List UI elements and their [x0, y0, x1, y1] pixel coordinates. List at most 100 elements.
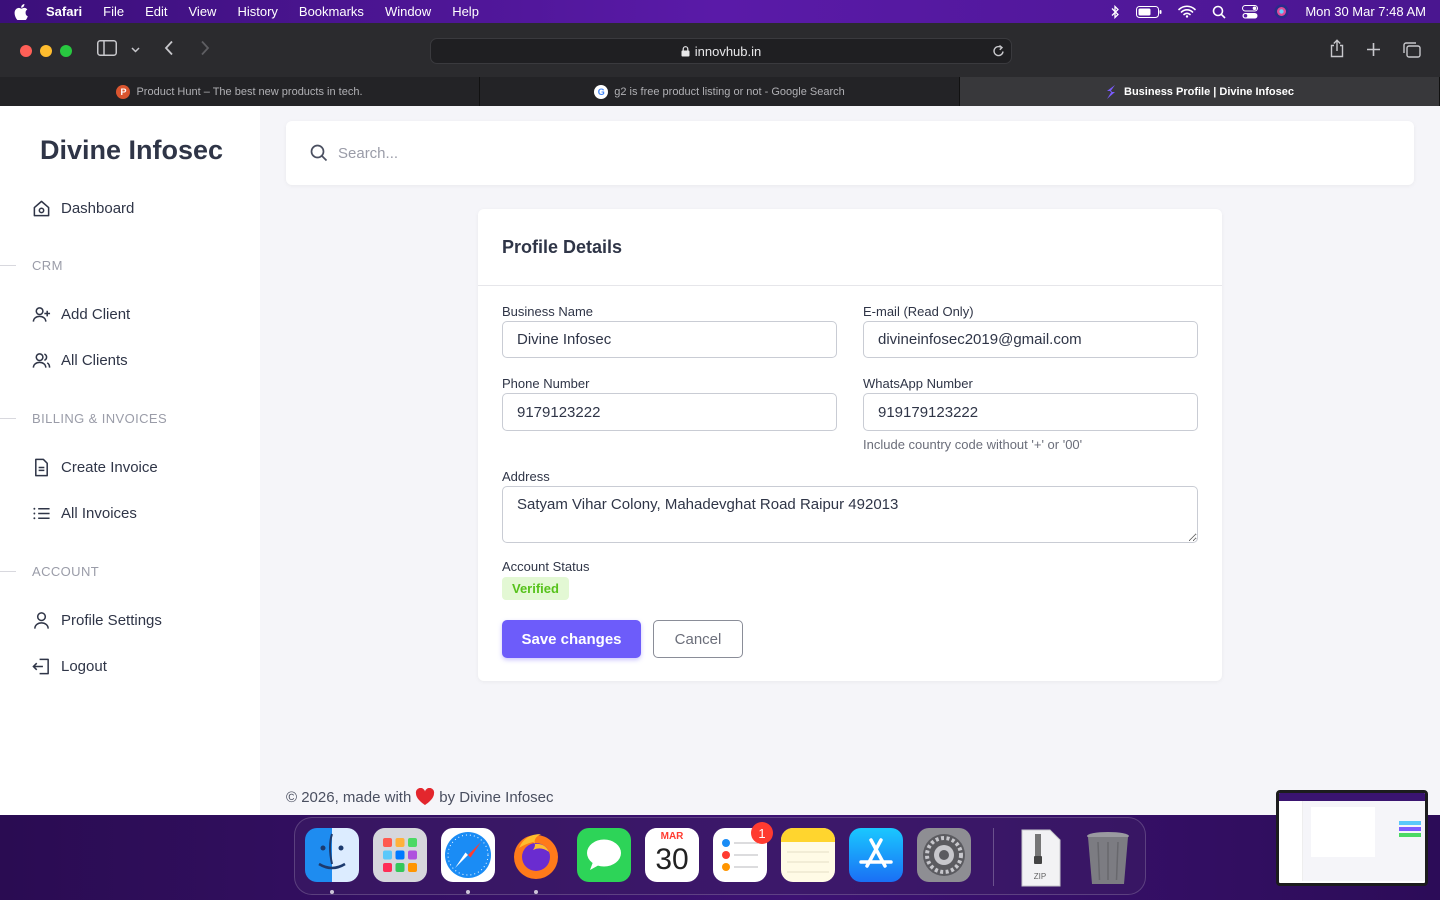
brand-logo-text[interactable]: Divine Infosec	[40, 135, 223, 166]
sidebar-item-all-invoices[interactable]: All Invoices	[32, 502, 137, 524]
finder-running-indicator	[330, 890, 334, 894]
zip-archive-icon[interactable]: ZIP	[1015, 828, 1065, 887]
reload-icon[interactable]	[992, 44, 1005, 58]
whatsapp-hint: Include country code without '+' or '00'	[863, 437, 1083, 452]
chevron-down-icon[interactable]	[131, 47, 140, 53]
sidebar-item-label: All Clients	[61, 351, 128, 369]
menu-view[interactable]: View	[189, 4, 217, 19]
card-divider	[478, 285, 1222, 286]
menu-edit[interactable]: Edit	[145, 4, 167, 19]
url-text: innovhub.in	[694, 43, 762, 59]
calendar-day: 30	[655, 843, 689, 876]
back-arrow-icon[interactable]	[164, 40, 174, 56]
messages-icon[interactable]	[577, 828, 631, 882]
share-icon[interactable]	[1329, 39, 1345, 58]
google-icon: G	[594, 84, 609, 99]
bluetooth-icon[interactable]	[1110, 4, 1120, 19]
whatsapp-label: WhatsApp Number	[863, 376, 973, 391]
cancel-button[interactable]: Cancel	[653, 620, 743, 658]
wifi-icon[interactable]	[1178, 5, 1197, 18]
battery-icon[interactable]	[1136, 5, 1162, 18]
address-label: Address	[502, 469, 550, 484]
forward-arrow-icon[interactable]	[200, 40, 210, 56]
screenshot-thumbnail-preview[interactable]	[1276, 790, 1428, 886]
save-changes-button[interactable]: Save changes	[502, 620, 641, 658]
system-preferences-icon[interactable]	[917, 828, 971, 882]
dock-separator	[993, 828, 994, 886]
logout-icon	[32, 658, 49, 674]
address-bar[interactable]: innovhub.in	[430, 38, 1012, 64]
notes-icon[interactable]	[781, 828, 835, 882]
verified-status-badge: Verified	[502, 577, 569, 600]
spotlight-search-icon[interactable]	[1212, 5, 1226, 19]
search-input[interactable]	[338, 144, 1238, 162]
menu-bookmarks[interactable]: Bookmarks	[299, 4, 364, 19]
tab-title: g2 is free product listing or not - Goog…	[614, 85, 845, 98]
sidebar-toggle-icon[interactable]	[97, 40, 117, 56]
zoom-window-button[interactable]	[60, 45, 72, 57]
tab-overview-icon[interactable]	[1403, 42, 1421, 58]
browser-tab-bar: P Product Hunt – The best new products i…	[0, 77, 1440, 106]
section-header-account: ACCOUNT	[0, 564, 100, 579]
document-icon	[35, 458, 48, 476]
menu-clock[interactable]: Mon 30 Mar 7:48 AM	[1305, 4, 1426, 19]
menu-window[interactable]: Window	[385, 4, 431, 19]
sidebar-item-label: Add Client	[61, 305, 131, 323]
sidebar-item-label: Dashboard	[61, 199, 135, 217]
siri-icon[interactable]	[1274, 4, 1289, 19]
web-page: Divine Infosec Dashboard CRM Add Client …	[0, 106, 1440, 815]
safari-icon[interactable]	[441, 828, 495, 882]
phone-input[interactable]	[502, 393, 837, 431]
sidebar: Divine Infosec Dashboard CRM Add Client …	[0, 106, 260, 815]
sidebar-item-profile-settings[interactable]: Profile Settings	[32, 609, 162, 631]
sidebar-item-add-client[interactable]: Add Client	[32, 303, 130, 325]
menu-help[interactable]: Help	[452, 4, 479, 19]
sidebar-item-label: Logout	[61, 657, 107, 675]
list-icon	[33, 507, 50, 519]
sidebar-item-all-clients[interactable]: All Clients	[32, 349, 128, 371]
business-name-input[interactable]	[502, 321, 837, 358]
macos-dock: MAR 30 1 ZIP	[294, 817, 1146, 895]
reminders-icon[interactable]: 1	[713, 822, 773, 882]
control-center-icon[interactable]	[1242, 4, 1259, 19]
close-window-button[interactable]	[20, 45, 32, 57]
apple-logo-icon[interactable]	[14, 3, 28, 20]
firefox-icon[interactable]	[509, 828, 563, 882]
whatsapp-input[interactable]	[863, 393, 1198, 431]
app-store-icon[interactable]	[849, 828, 903, 882]
footer-prefix: © 2026, made with	[286, 788, 412, 806]
reminders-badge: 1	[751, 822, 773, 844]
product-hunt-icon: P	[116, 84, 131, 99]
account-status-label: Account Status	[502, 559, 590, 574]
email-label: E-mail (Read Only)	[863, 304, 974, 319]
lock-icon	[681, 45, 690, 56]
page-footer: © 2026, made with by Divine Infosec	[286, 788, 554, 806]
address-textarea[interactable]: Satyam Vihar Colony, Mahadevghat Road Ra…	[502, 486, 1198, 543]
tab-google-search[interactable]: G g2 is free product listing or not - Go…	[480, 77, 960, 106]
menu-app-name[interactable]: Safari	[46, 4, 82, 19]
menu-history[interactable]: History	[237, 4, 277, 19]
sidebar-item-create-invoice[interactable]: Create Invoice	[32, 456, 158, 478]
phone-label: Phone Number	[502, 376, 590, 391]
business-name-label: Business Name	[502, 304, 594, 319]
new-tab-plus-icon[interactable]	[1366, 42, 1381, 57]
footer-suffix: by Divine Infosec	[439, 788, 554, 806]
search-bar	[286, 121, 1414, 185]
calendar-month: MAR	[645, 828, 699, 842]
menu-file[interactable]: File	[103, 4, 124, 19]
tab-title: Product Hunt – The best new products in …	[136, 85, 363, 98]
sidebar-item-logout[interactable]: Logout	[32, 655, 107, 677]
divine-infosec-icon	[1107, 84, 1116, 99]
safari-running-indicator	[466, 890, 470, 894]
finder-icon[interactable]	[305, 828, 359, 882]
tab-product-hunt[interactable]: P Product Hunt – The best new products i…	[0, 77, 480, 106]
launchpad-icon[interactable]	[373, 828, 427, 882]
sidebar-item-dashboard[interactable]: Dashboard	[32, 197, 134, 219]
section-header-billing: BILLING & INVOICES	[0, 411, 168, 426]
calendar-icon[interactable]: MAR 30	[645, 828, 699, 882]
tab-business-profile[interactable]: Business Profile | Divine Infosec	[960, 77, 1440, 106]
minimize-window-button[interactable]	[40, 45, 52, 57]
email-input[interactable]	[863, 321, 1198, 358]
trash-icon[interactable]	[1081, 828, 1135, 884]
home-icon	[33, 200, 50, 216]
